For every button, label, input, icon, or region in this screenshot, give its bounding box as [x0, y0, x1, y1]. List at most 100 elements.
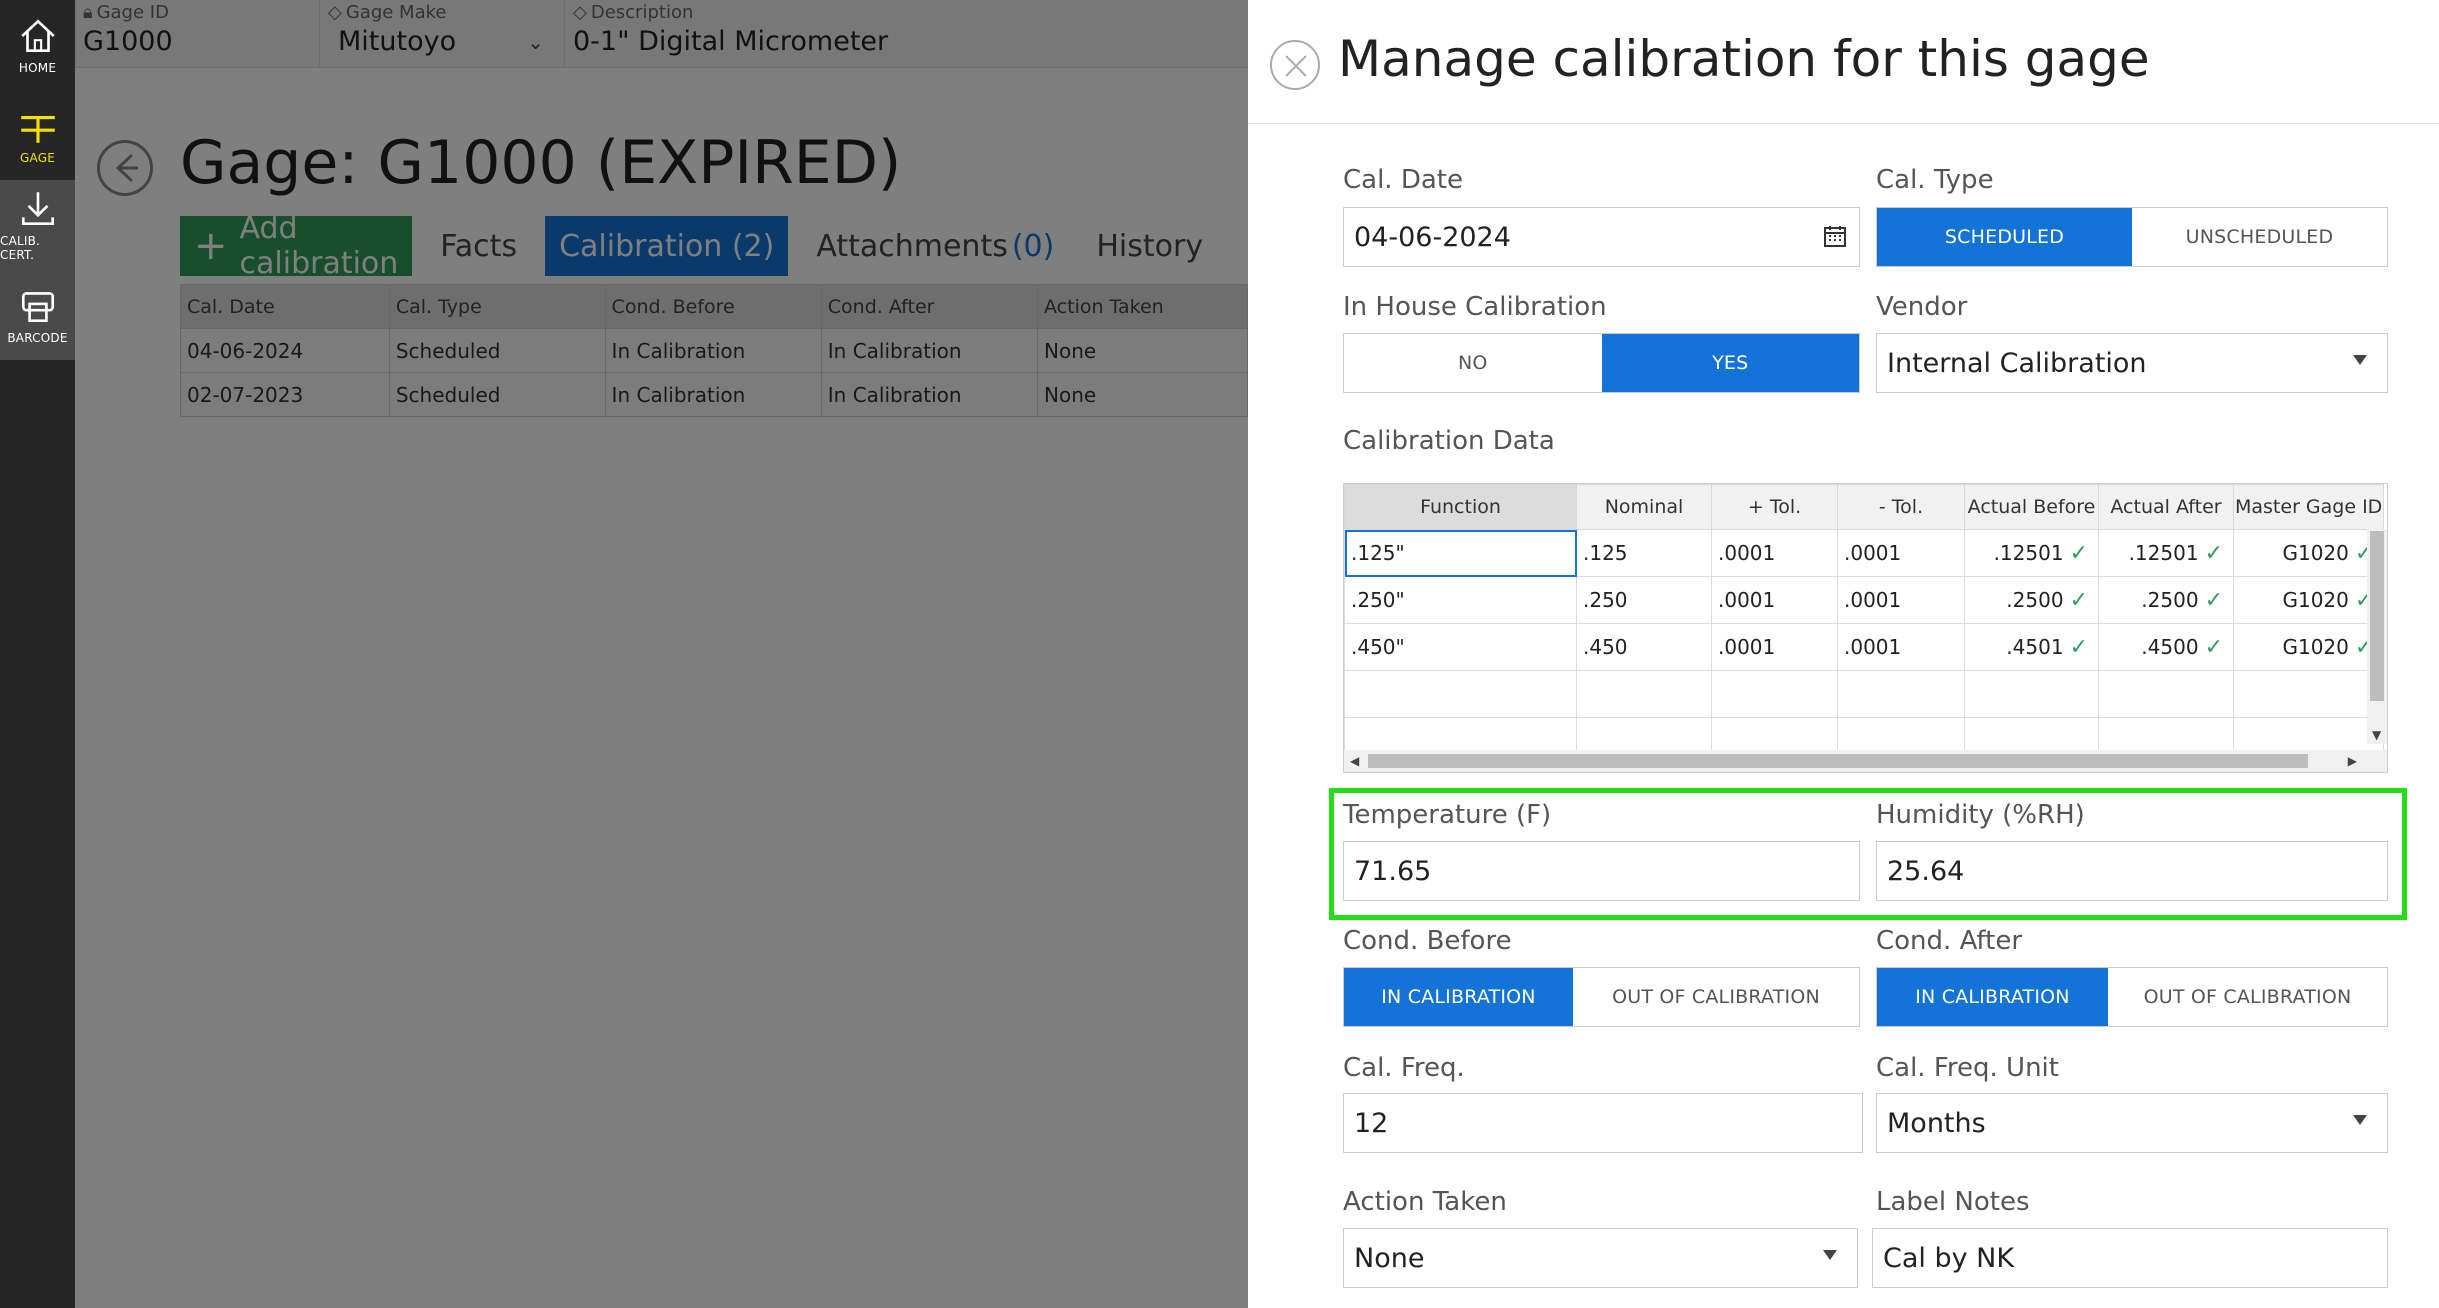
cal-type-label: Cal. Type [1876, 165, 1994, 195]
cal-date-input[interactable]: 04-06-2024 [1343, 207, 1860, 267]
grid-column-header[interactable]: - Tol. [1837, 484, 1965, 530]
close-icon[interactable] [1270, 40, 1320, 90]
scrollbar-thumb[interactable] [2370, 531, 2384, 701]
grid-column-header[interactable]: Actual After [2098, 484, 2234, 530]
grid-cell[interactable]: .450" [1344, 623, 1577, 671]
vendor-label: Vendor [1876, 292, 1968, 322]
grid-cell[interactable]: .2500 ✓ [1964, 576, 2099, 624]
check-icon: ✓ [2069, 540, 2088, 566]
grid-cell[interactable] [1711, 670, 1838, 718]
label-notes-label: Label Notes [1876, 1187, 2030, 1217]
grid-cell-value: G1020 [2282, 634, 2349, 659]
check-icon: ✓ [2204, 634, 2223, 660]
grid-cell[interactable]: .12501 ✓ [1964, 529, 2099, 577]
in-house-no[interactable]: NO [1344, 334, 1602, 392]
cal-freq-unit-label: Cal. Freq. Unit [1876, 1053, 2059, 1083]
nav-home-label: HOME [18, 61, 57, 75]
in-house-toggle: NO YES [1343, 333, 1860, 393]
grid-cell[interactable]: .4500 ✓ [2098, 623, 2234, 671]
label-notes-input[interactable]: Cal by NK [1872, 1228, 2388, 1288]
calibration-data-table: Function Nominal + Tol. - Tol. Actual Be… [1344, 484, 2385, 765]
vendor-value: Internal Calibration [1887, 347, 2147, 379]
grid-cell[interactable]: .0001 [1711, 623, 1838, 671]
grid-cell[interactable] [1837, 670, 1965, 718]
label-notes-value: Cal by NK [1883, 1242, 2015, 1274]
scrollbar-thumb[interactable] [1368, 754, 2308, 768]
cond-after-toggle: IN CALIBRATION OUT OF CALIBRATION [1876, 967, 2388, 1027]
in-house-yes[interactable]: YES [1601, 334, 1859, 392]
grid-cell[interactable]: .250 [1576, 576, 1712, 624]
cal-type-unscheduled[interactable]: UNSCHEDULED [2132, 208, 2387, 266]
grid-cell[interactable]: .0001 [1837, 529, 1965, 577]
grid-cell-value: G1020 [2282, 587, 2349, 612]
grid-cell[interactable]: .0001 [1711, 529, 1838, 577]
grid-column-header[interactable]: Nominal [1576, 484, 1712, 530]
grid-cell[interactable] [2098, 670, 2234, 718]
nav-barcode[interactable]: BARCODE [0, 270, 75, 360]
grid-cell-value: .4501 [2006, 634, 2064, 659]
grid-cell[interactable]: .0001 [1837, 576, 1965, 624]
grid-cell[interactable]: G1020 ✓ [2232, 623, 2385, 671]
nav-gage[interactable]: GAGE [0, 90, 75, 180]
check-icon: ✓ [2069, 587, 2088, 613]
calendar-icon[interactable] [1823, 224, 1847, 248]
grid-cell[interactable] [1576, 670, 1712, 718]
cal-type-scheduled[interactable]: SCHEDULED [1877, 208, 2132, 266]
grid-cell[interactable]: .250" [1344, 576, 1577, 624]
download-icon [21, 192, 54, 226]
grid-cell[interactable] [2232, 670, 2385, 718]
printer-icon [21, 292, 54, 323]
scroll-down-icon[interactable]: ▼ [2372, 728, 2381, 742]
cond-after-label: Cond. After [1876, 926, 2023, 956]
grid-cell-value: .12501 [1993, 540, 2064, 565]
grid-column-header[interactable]: Function [1344, 484, 1577, 530]
grid-cell[interactable]: .125" [1344, 529, 1577, 577]
cond-before-in-calibration[interactable]: IN CALIBRATION [1344, 968, 1573, 1026]
cond-before-toggle: IN CALIBRATION OUT OF CALIBRATION [1343, 967, 1860, 1027]
grid-cell[interactable] [1344, 670, 1577, 718]
cond-before-out-of-calibration[interactable]: OUT OF CALIBRATION [1573, 968, 1859, 1026]
grid-cell[interactable]: .12501 ✓ [2098, 529, 2234, 577]
grid-cell[interactable]: G1020 ✓ [2232, 529, 2385, 577]
cal-date-value: 04-06-2024 [1354, 221, 1511, 253]
grid-cell[interactable]: .0001 [1837, 623, 1965, 671]
gage-icon [20, 116, 55, 143]
grid-cell[interactable]: .2500 ✓ [2098, 576, 2234, 624]
action-taken-select[interactable]: None [1343, 1228, 1858, 1288]
grid-row [1344, 670, 2385, 718]
cal-freq-input[interactable]: 12 [1343, 1093, 1863, 1153]
home-icon [20, 19, 55, 53]
modal-backdrop[interactable] [75, 0, 1248, 1308]
cond-after-out-of-calibration[interactable]: OUT OF CALIBRATION [2108, 968, 2387, 1026]
cal-freq-unit-select[interactable]: Months [1876, 1093, 2388, 1153]
scroll-left-icon[interactable]: ◀ [1350, 754, 1359, 768]
cal-freq-value: 12 [1354, 1107, 1389, 1139]
vendor-select[interactable]: Internal Calibration [1876, 333, 2388, 393]
grid-cell[interactable] [1964, 670, 2099, 718]
nav-home[interactable]: HOME [0, 0, 75, 90]
grid-column-header[interactable]: + Tol. [1711, 484, 1838, 530]
grid-cell[interactable]: .450 [1576, 623, 1712, 671]
scroll-right-icon[interactable]: ▶ [2348, 754, 2357, 768]
grid-cell[interactable]: .4501 ✓ [1964, 623, 2099, 671]
left-nav: HOME GAGE CALIB. CERT. BARCODE [0, 0, 75, 1308]
cond-after-in-calibration[interactable]: IN CALIBRATION [1877, 968, 2108, 1026]
grid-cell[interactable]: .0001 [1711, 576, 1838, 624]
grid-cell[interactable]: G1020 ✓ [2232, 576, 2385, 624]
grid-column-header[interactable]: Actual Before [1964, 484, 2099, 530]
vertical-scrollbar[interactable]: ▼ [2367, 529, 2387, 744]
cal-type-toggle: SCHEDULED UNSCHEDULED [1876, 207, 2388, 267]
cond-before-label: Cond. Before [1343, 926, 1512, 956]
grid-cell[interactable]: .125 [1576, 529, 1712, 577]
grid-row: .125" .125 .0001 .0001 .12501 ✓ .12501 ✓ G… [1344, 529, 2385, 577]
horizontal-scrollbar[interactable]: ◀ ▶ [1344, 750, 2387, 772]
grid-cell-value: .2500 [2006, 587, 2064, 612]
check-icon: ✓ [2204, 587, 2223, 613]
gage-page: 🔒︎Gage ID G1000 ◇Gage Make Mitutoyo ⌄ ◇D… [75, 0, 1248, 1308]
grid-cell-value: .4500 [2141, 634, 2199, 659]
calibration-data-label: Calibration Data [1343, 426, 1555, 456]
nav-calib-cert[interactable]: CALIB. CERT. [0, 180, 75, 270]
dropdown-arrow-icon [2353, 1115, 2367, 1125]
nav-barcode-label: BARCODE [7, 331, 68, 345]
grid-column-header[interactable]: Master Gage ID [2232, 484, 2385, 530]
